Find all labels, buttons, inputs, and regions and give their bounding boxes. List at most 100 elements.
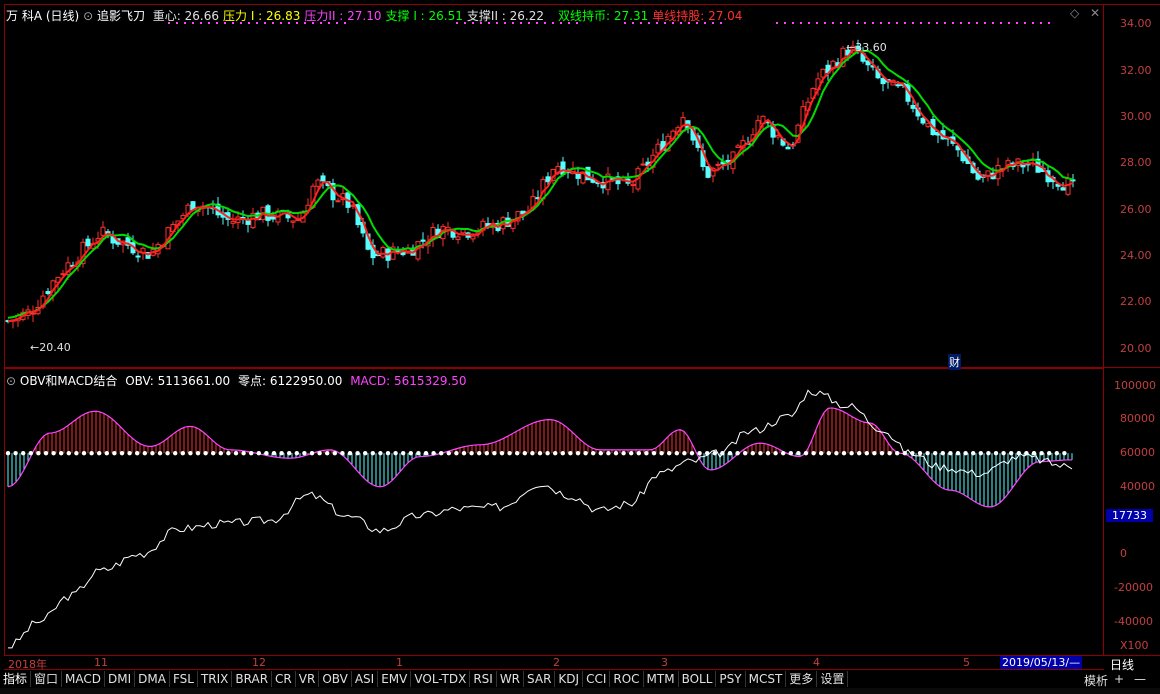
tab-窗口[interactable]: 窗口 [31, 671, 63, 687]
tab-brar[interactable]: BRAR [232, 671, 273, 687]
tab-psy[interactable]: PSY [716, 671, 746, 687]
tab-更多[interactable]: 更多 [786, 671, 818, 687]
tab-asi[interactable]: ASI [352, 671, 379, 687]
signal-dot [520, 22, 522, 24]
mode-button[interactable]: 模析 [1084, 672, 1108, 689]
zero-dot [1054, 451, 1060, 456]
zero-dot [431, 451, 436, 456]
signal-dot [344, 22, 346, 24]
signal-dot [1040, 22, 1042, 24]
finance-badge[interactable]: 财 [948, 354, 961, 370]
tab-rsi[interactable]: RSI [470, 671, 497, 687]
zero-dot [127, 451, 132, 456]
zero-dot [955, 451, 961, 456]
tab-obv[interactable]: OBV [319, 671, 352, 687]
time-tick-label: 2019/05/13/— [1000, 656, 1083, 669]
zero-dot [423, 451, 429, 456]
zero-dot [667, 451, 672, 456]
tab-wr[interactable]: WR [497, 671, 525, 687]
zero-dot [492, 451, 497, 456]
sub-header: ⊙ OBV和MACD结合 OBV: 5113661.00 零点: 6122950… [6, 372, 467, 389]
zero-dot [651, 451, 657, 456]
tab-vol-tdx[interactable]: VOL-TDX [411, 671, 471, 687]
tab-mtm[interactable]: MTM [644, 671, 679, 687]
zero-dot [750, 451, 755, 456]
signal-dot [912, 22, 914, 24]
tab-指标[interactable]: 指标 [0, 671, 32, 687]
tab-sar[interactable]: SAR [524, 671, 556, 687]
zero-dot [142, 451, 147, 456]
zero-dot [211, 451, 216, 456]
candle-body [775, 134, 781, 138]
zero-dot [477, 451, 482, 456]
zero-dot [97, 451, 102, 456]
signal-dot [808, 22, 810, 24]
tab-kdj[interactable]: KDJ [555, 671, 584, 687]
tab-cr[interactable]: CR [272, 671, 296, 687]
zero-dot [986, 451, 991, 456]
tab-cci[interactable]: CCI [583, 671, 611, 687]
zoom-out-button[interactable]: — [1134, 672, 1146, 686]
tab-macd[interactable]: MACD [62, 671, 106, 687]
period-button[interactable]: 日线 [1110, 656, 1134, 673]
zero-dot [963, 451, 968, 456]
signal-dot [1048, 22, 1050, 24]
zero-dot [325, 451, 330, 456]
zero-dot [598, 451, 603, 456]
zero-dot [682, 451, 687, 456]
zero-dot [74, 451, 79, 456]
signal-dot [904, 22, 906, 24]
zero-dot [385, 451, 391, 456]
zero-dot [484, 451, 489, 456]
tab-mcst[interactable]: MCST [746, 671, 787, 687]
time-tick-label: 1 [396, 656, 403, 669]
sub-indicator-name[interactable]: OBV和MACD结合 [20, 374, 118, 388]
zero-dot [895, 451, 900, 456]
tab-trix[interactable]: TRIX [198, 671, 233, 687]
collapse-icon[interactable]: ⊙ [6, 374, 16, 388]
candle-body [920, 117, 926, 124]
zero-dot [773, 451, 778, 456]
signal-dot [696, 22, 698, 24]
zero-dot [21, 451, 26, 456]
candle-body [705, 166, 711, 178]
zero-dot [89, 451, 94, 456]
signal-dot [856, 22, 858, 24]
tab-boll[interactable]: BOLL [679, 671, 717, 687]
time-tick-label: 3 [661, 656, 668, 669]
signal-dot [816, 22, 818, 24]
signal-dot [512, 22, 514, 24]
zero-dot [537, 451, 543, 456]
signal-dot [944, 22, 946, 24]
time-tick-label: 4 [813, 656, 820, 669]
zero-dot [971, 451, 976, 456]
zero-dot [241, 451, 246, 456]
zero-dot [454, 451, 459, 456]
tab-vr[interactable]: VR [296, 671, 320, 687]
zero-dot [469, 451, 474, 456]
signal-dot [984, 22, 986, 24]
zoom-in-button[interactable]: + [1114, 672, 1124, 686]
tab-emv[interactable]: EMV [378, 671, 412, 687]
signal-dot [864, 22, 866, 24]
tab-dmi[interactable]: DMI [105, 671, 136, 687]
indicator-tick-label: -20000 [1114, 581, 1153, 594]
tab-dma[interactable]: DMA [135, 671, 170, 687]
zero-dot [530, 451, 535, 456]
zero-dot [36, 451, 41, 456]
tab-设置[interactable]: 设置 [817, 671, 849, 687]
signal-dot [192, 22, 194, 24]
price-tick-label: 22.00 [1120, 295, 1152, 308]
signal-dot [632, 22, 634, 24]
candle-body [715, 163, 721, 166]
zero-dot [545, 451, 550, 456]
signal-dot [464, 22, 466, 24]
tab-roc[interactable]: ROC [610, 671, 644, 687]
zero-dot [226, 451, 231, 456]
zero-dot [112, 451, 117, 456]
candle-body [820, 68, 826, 78]
tab-fsl[interactable]: FSL [170, 671, 198, 687]
zero-dot [59, 451, 64, 456]
signal-dot [1016, 22, 1018, 24]
zero-dot [788, 451, 793, 456]
